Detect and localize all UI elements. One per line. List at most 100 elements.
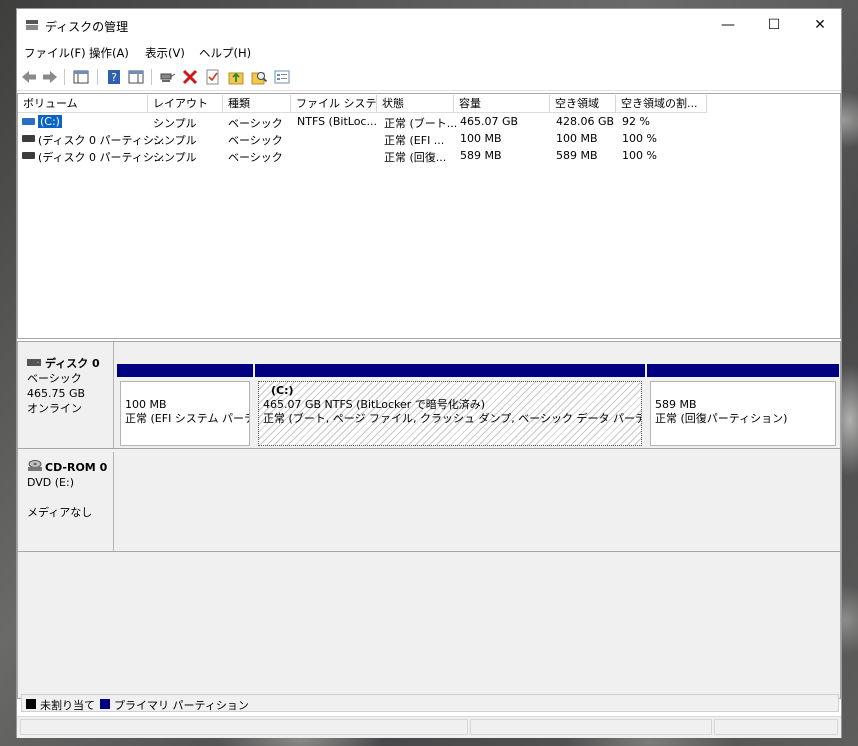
cd-rom-icon — [28, 460, 42, 471]
table-row[interactable]: (ディスク 0 パーティシ... シンプル ベーシック 正常 (回復... 58… — [18, 148, 840, 165]
search-folder-icon[interactable] — [250, 68, 268, 86]
disk-label-cdrom0[interactable]: CD-ROM 0 DVD (E:) メディアなし — [18, 452, 114, 551]
maximize-button[interactable]: ☐ — [751, 9, 797, 41]
status-segment — [470, 719, 712, 735]
menu-bar: ファイル(F) 操作(A) 表示(V) ヘルプ(H) — [17, 41, 841, 63]
column-header-filesystem[interactable]: ファイル システム — [291, 95, 377, 113]
volume-name: (ディスク 0 パーティシ... — [38, 134, 165, 147]
volume-filesystem: NTFS (BitLoc... — [297, 115, 377, 128]
close-button[interactable]: ✕ — [797, 9, 843, 41]
svg-text:?: ? — [111, 71, 117, 84]
volume-layout: シンプル — [153, 151, 197, 164]
back-icon[interactable] — [20, 68, 38, 86]
legend-label-primary: プライマリ パーティション — [114, 699, 249, 712]
legend-swatch-unallocated — [26, 699, 36, 709]
column-header-type[interactable]: 種類 — [223, 95, 291, 113]
drive-icon — [22, 118, 35, 125]
partition-title: (C:) — [271, 384, 294, 397]
volume-capacity: 589 MB — [460, 149, 502, 162]
volume-capacity: 100 MB — [460, 132, 502, 145]
folder-up-icon[interactable] — [227, 68, 245, 86]
disk-label-disk0[interactable]: ディスク 0 ベーシック 465.75 GB オンライン — [18, 342, 114, 448]
volume-status: 正常 (EFI ... — [384, 134, 445, 147]
volume-layout: シンプル — [153, 134, 197, 147]
status-bar — [17, 716, 841, 738]
disk-graph-view: ディスク 0 ベーシック 465.75 GB オンライン 100 MB 正常 (… — [17, 341, 841, 712]
partition-bar — [117, 364, 253, 377]
legend: 未割り当て プライマリ パーティション — [21, 694, 839, 712]
volume-status: 正常 (回復... — [384, 151, 447, 164]
disk-type: DVD (E:) — [27, 476, 75, 489]
partition-efi[interactable]: 100 MB 正常 (EFI システム パーティ — [117, 364, 253, 449]
disk-management-window: ディスクの管理 — ☐ ✕ ファイル(F) 操作(A) 表示(V) ヘルプ(H)… — [16, 8, 842, 738]
connect-drive-icon[interactable] — [158, 68, 176, 86]
volume-free: 100 MB — [556, 132, 598, 145]
checklist-icon[interactable] — [204, 68, 222, 86]
disk-size: 465.75 GB — [27, 387, 86, 400]
delete-icon[interactable] — [181, 68, 199, 86]
console-tree-icon[interactable] — [72, 68, 90, 86]
legend-swatch-primary — [100, 699, 110, 709]
partition-size: 465.07 GB NTFS (BitLocker で暗号化済み) — [263, 398, 486, 411]
column-header-free[interactable]: 空き領域 — [550, 95, 616, 113]
properties-icon[interactable] — [273, 68, 291, 86]
table-row[interactable]: (ディスク 0 パーティシ... シンプル ベーシック 正常 (EFI ... … — [18, 131, 840, 148]
column-header-status[interactable]: 状態 — [377, 95, 454, 113]
partition-size: 100 MB — [125, 398, 167, 411]
menu-file[interactable]: ファイル(F) — [24, 45, 86, 61]
minimize-button[interactable]: — — [705, 9, 751, 41]
drive-icon — [22, 135, 35, 142]
partition-body: 589 MB 正常 (回復パーティション) — [650, 381, 836, 446]
disk-name: ディスク 0 — [45, 357, 100, 370]
window-title: ディスクの管理 — [45, 20, 129, 34]
column-header-capacity[interactable]: 容量 — [454, 95, 550, 113]
menu-action[interactable]: 操作(A) — [89, 45, 129, 61]
table-row[interactable]: (C:) シンプル ベーシック NTFS (BitLoc... 正常 (ブート.… — [18, 114, 840, 131]
partition-recovery[interactable]: 589 MB 正常 (回復パーティション) — [647, 364, 839, 449]
detail-view-icon[interactable] — [127, 68, 145, 86]
partition-status: 正常 (EFI システム パーティ — [125, 412, 249, 425]
partition-status: 正常 (ブート, ページ ファイル, クラッシュ ダンプ, ベーシック データ … — [263, 412, 641, 425]
volume-layout: シンプル — [153, 117, 197, 130]
volume-status: 正常 (ブート... — [384, 117, 458, 130]
disk-row-cdrom0: CD-ROM 0 DVD (E:) メディアなし — [18, 452, 840, 552]
volume-free-percent: 92 % — [622, 115, 650, 128]
volume-name: (ディスク 0 パーティシ... — [38, 151, 165, 164]
volume-type: ベーシック — [228, 117, 283, 130]
menu-help[interactable]: ヘルプ(H) — [199, 45, 251, 61]
toolbar: ? — [17, 64, 841, 91]
toolbar-separator — [151, 69, 152, 85]
menu-view[interactable]: 表示(V) — [145, 45, 185, 61]
help-icon[interactable]: ? — [105, 68, 123, 86]
status-segment — [20, 719, 468, 735]
column-header-layout[interactable]: レイアウト — [148, 95, 223, 113]
drive-icon — [22, 152, 35, 159]
disk-management-icon — [26, 20, 38, 30]
disk-state: メディアなし — [27, 506, 93, 519]
toolbar-separator — [97, 69, 98, 85]
volume-capacity: 465.07 GB — [460, 115, 519, 128]
forward-icon[interactable] — [41, 68, 59, 86]
disk-name: CD-ROM 0 — [45, 461, 108, 474]
volume-type: ベーシック — [228, 134, 283, 147]
column-header-volume[interactable]: ボリューム — [18, 95, 148, 113]
legend-label-unallocated: 未割り当て — [40, 699, 95, 712]
volume-list[interactable]: ボリューム レイアウト 種類 ファイル システム 状態 容量 空き領域 空き領域… — [17, 93, 841, 339]
disk-state: オンライン — [27, 402, 82, 415]
partition-status: 正常 (回復パーティション) — [655, 412, 788, 425]
hard-disk-icon — [27, 359, 41, 366]
volume-name: (C:) — [38, 115, 62, 128]
toolbar-separator — [64, 69, 65, 85]
volume-free-percent: 100 % — [622, 149, 657, 162]
disk-type: ベーシック — [27, 372, 82, 385]
partition-body: 100 MB 正常 (EFI システム パーティ — [120, 381, 250, 446]
status-segment — [714, 719, 838, 735]
volume-free-percent: 100 % — [622, 132, 657, 145]
column-header-free-percent[interactable]: 空き領域の割... — [616, 95, 707, 113]
partition-c-drive[interactable]: (C:) 465.07 GB NTFS (BitLocker で暗号化済み) 正… — [255, 364, 645, 449]
partition-body: (C:) 465.07 GB NTFS (BitLocker で暗号化済み) 正… — [258, 381, 642, 446]
volume-type: ベーシック — [228, 151, 283, 164]
volume-free: 428.06 GB — [556, 115, 615, 128]
volume-free: 589 MB — [556, 149, 598, 162]
disk-row-disk0: ディスク 0 ベーシック 465.75 GB オンライン 100 MB 正常 (… — [18, 342, 840, 449]
